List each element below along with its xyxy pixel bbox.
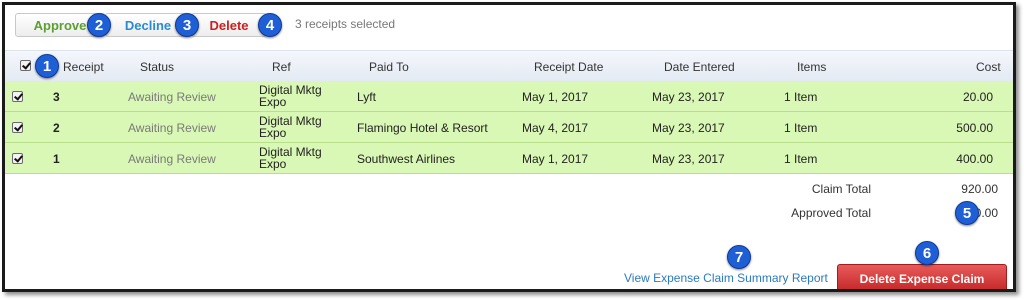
select-all-checkbox[interactable]	[20, 60, 31, 71]
delete-expense-claim-button[interactable]: Delete Expense Claim	[837, 264, 1007, 289]
receipt-date-text: May 1, 2017	[522, 152, 589, 166]
receipt-number: 3	[53, 90, 60, 104]
claim-total-label: Claim Total	[811, 182, 871, 196]
cost-text: 20.00	[962, 90, 993, 104]
column-header-paid-to[interactable]: Paid To	[369, 60, 409, 74]
callout-badge: 5	[955, 201, 979, 225]
ref-text: Digital Mktg Expo	[259, 145, 322, 171]
cost-text: 400.00	[956, 152, 993, 166]
delete-button[interactable]: Delete	[191, 13, 267, 37]
callout-badge: 3	[175, 13, 199, 37]
date-entered-text: May 23, 2017	[652, 152, 725, 166]
column-header-receipt[interactable]: Receipt	[63, 60, 104, 74]
status-text: Awaiting Review	[128, 90, 216, 104]
column-header-date-entered[interactable]: Date Entered	[664, 60, 735, 74]
receipt-number: 2	[53, 121, 60, 135]
column-header-ref[interactable]: Ref	[272, 60, 291, 74]
row-checkbox[interactable]	[12, 153, 23, 164]
paid-to-text: Southwest Airlines	[357, 152, 456, 166]
items-text: 1 Item	[784, 152, 818, 166]
cost-text: 500.00	[956, 121, 993, 135]
table-row[interactable]: 2 Awaiting Review Digital Mktg Expo Flam…	[5, 112, 1013, 143]
receipt-date-text: May 1, 2017	[522, 90, 589, 104]
row-checkbox[interactable]	[12, 122, 23, 133]
column-header-cost[interactable]: Cost	[976, 60, 1001, 74]
status-text: Awaiting Review	[128, 152, 216, 166]
column-header-status[interactable]: Status	[140, 60, 174, 74]
toolbar: Approve Decline Delete 3 receipts select…	[5, 5, 1013, 45]
row-checkbox[interactable]	[12, 91, 23, 102]
paid-to-text: Lyft	[357, 90, 376, 104]
claim-total-value: 920.00	[961, 182, 998, 196]
date-entered-text: May 23, 2017	[652, 121, 725, 135]
expense-claim-panel: Approve Decline Delete 3 receipts select…	[2, 2, 1016, 292]
items-text: 1 Item	[784, 121, 818, 135]
items-text: 1 Item	[784, 90, 818, 104]
paid-to-text: Flamingo Hotel & Resort	[357, 121, 488, 135]
column-header-receipt-date[interactable]: Receipt Date	[534, 60, 603, 74]
date-entered-text: May 23, 2017	[652, 90, 725, 104]
ref-text: Digital Mktg Expo	[259, 83, 322, 109]
callout-badge: 2	[87, 13, 111, 37]
status-text: Awaiting Review	[128, 121, 216, 135]
table-row[interactable]: 3 Awaiting Review Digital Mktg Expo Lyft…	[5, 81, 1013, 112]
table-row[interactable]: 1 Awaiting Review Digital Mktg Expo Sout…	[5, 143, 1013, 174]
view-summary-report-link[interactable]: View Expense Claim Summary Report	[624, 271, 828, 285]
approved-total-label: Approved Total	[791, 206, 871, 220]
receipt-date-text: May 4, 2017	[522, 121, 589, 135]
receipt-number: 1	[53, 152, 60, 166]
callout-badge: 4	[258, 13, 282, 37]
selection-count: 3 receipts selected	[295, 17, 396, 31]
callout-badge: 6	[915, 241, 939, 265]
callout-badge: 7	[727, 245, 751, 269]
callout-badge: 1	[35, 54, 59, 78]
column-header-items[interactable]: Items	[797, 60, 826, 74]
table-header: Receipt Status Ref Paid To Receipt Date …	[5, 50, 1013, 82]
ref-text: Digital Mktg Expo	[259, 114, 322, 140]
